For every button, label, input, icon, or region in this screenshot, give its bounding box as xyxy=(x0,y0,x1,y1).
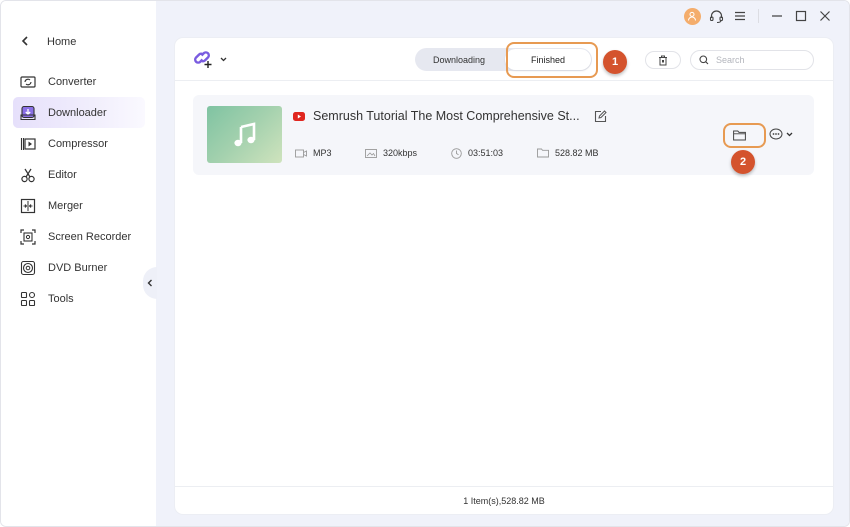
maximize-button[interactable] xyxy=(789,6,813,26)
chevron-left-icon xyxy=(147,279,152,287)
item-meta: MP3 320kbps 03:51:03 528.82 MB xyxy=(295,146,599,160)
sidebar-item-downloader[interactable]: Downloader xyxy=(13,97,145,128)
sidebar-item-compressor[interactable]: Compressor xyxy=(13,128,145,159)
music-note-icon xyxy=(233,121,255,146)
menu-button[interactable] xyxy=(728,6,752,26)
titlebar-controls xyxy=(680,6,837,26)
close-button[interactable] xyxy=(813,6,837,26)
minimize-button[interactable] xyxy=(765,6,789,26)
sidebar-item-tools[interactable]: Tools xyxy=(13,283,145,314)
downloader-icon xyxy=(20,105,36,121)
video-format-icon xyxy=(295,149,307,158)
screen-recorder-icon xyxy=(20,228,36,245)
sidebar: Home Converter Downloader Compressor Edi… xyxy=(1,1,156,526)
meta-duration: 03:51:03 xyxy=(451,147,537,159)
item-thumbnail xyxy=(207,106,282,163)
sidebar-item-label: Compressor xyxy=(48,137,108,150)
meta-format: MP3 xyxy=(295,148,365,158)
headset-icon xyxy=(709,9,723,23)
tools-icon xyxy=(20,291,36,307)
items-summary: 1 Item(s),528.82 MB xyxy=(463,495,545,506)
sidebar-item-label: DVD Burner xyxy=(48,261,108,274)
titlebar-divider xyxy=(758,9,759,23)
converter-icon xyxy=(20,74,36,90)
chevron-left-icon xyxy=(21,35,31,49)
sidebar-item-label: Screen Recorder xyxy=(48,230,132,243)
delete-all-button[interactable] xyxy=(645,51,681,69)
step-badge-2: 2 xyxy=(731,150,755,174)
compressor-icon xyxy=(20,136,36,152)
sidebar-item-label: Tools xyxy=(48,292,74,305)
edit-icon xyxy=(594,109,607,122)
close-icon xyxy=(820,11,830,21)
support-button[interactable] xyxy=(704,6,728,26)
tab-downloading-label: Downloading xyxy=(432,54,486,65)
size-value: 528.82 MB xyxy=(555,148,599,158)
youtube-icon xyxy=(293,111,305,121)
meta-size: 528.82 MB xyxy=(537,148,599,158)
download-item[interactable]: Semrush Tutorial The Most Comprehensive … xyxy=(193,95,814,175)
maximize-icon xyxy=(795,10,807,22)
chevron-down-icon xyxy=(786,130,793,139)
rename-button[interactable] xyxy=(594,109,607,123)
item-title: Semrush Tutorial The Most Comprehensive … xyxy=(313,109,580,123)
sidebar-item-label: Converter xyxy=(48,75,97,88)
search-box[interactable] xyxy=(690,50,814,70)
sidebar-item-dvd-burner[interactable]: DVD Burner xyxy=(13,252,145,283)
add-link-icon xyxy=(194,51,212,68)
home-label: Home xyxy=(47,36,77,48)
duration-value: 03:51:03 xyxy=(468,148,504,158)
folder-icon xyxy=(732,130,746,140)
sidebar-item-merger[interactable]: Merger xyxy=(13,190,145,221)
search-input[interactable] xyxy=(716,55,806,65)
sidebar-nav: Converter Downloader Compressor Editor M… xyxy=(13,66,145,314)
avatar-icon xyxy=(683,7,701,25)
sidebar-item-label: Downloader xyxy=(48,106,107,119)
downloader-panel: Downloading Finished 1 Search Semrush Tu… xyxy=(175,38,833,514)
sidebar-item-label: Merger xyxy=(48,199,83,212)
open-folder-button[interactable] xyxy=(729,127,749,143)
folder-icon xyxy=(537,148,549,158)
tab-downloading[interactable]: Downloading xyxy=(415,48,503,71)
home-link[interactable]: Home xyxy=(21,34,76,50)
tab-finished[interactable]: Finished xyxy=(505,49,591,70)
meta-bitrate: 320kbps xyxy=(365,148,451,158)
panel-toolbar: Downloading Finished 1 xyxy=(175,38,833,81)
more-icon xyxy=(769,128,783,140)
app-window: Home Converter Downloader Compressor Edi… xyxy=(0,0,850,527)
clock-icon xyxy=(451,147,462,159)
chevron-down-icon xyxy=(220,55,227,64)
sidebar-item-screen-recorder[interactable]: Screen Recorder xyxy=(13,221,145,252)
item-title-row: Semrush Tutorial The Most Comprehensive … xyxy=(293,105,607,127)
editor-icon xyxy=(20,167,36,183)
sidebar-item-editor[interactable]: Editor xyxy=(13,159,145,190)
trash-icon xyxy=(659,55,667,65)
add-url-button[interactable] xyxy=(193,49,227,69)
more-options-button[interactable] xyxy=(769,128,793,140)
minimize-icon xyxy=(772,15,782,17)
bitrate-value: 320kbps xyxy=(383,148,418,158)
menu-icon xyxy=(735,11,745,21)
step-badge-1: 1 xyxy=(603,50,627,74)
download-status-tabs: Downloading Finished xyxy=(415,48,592,71)
sidebar-item-label: Editor xyxy=(48,168,77,181)
resolution-icon xyxy=(365,148,377,158)
format-value: MP3 xyxy=(313,148,332,158)
account-button[interactable] xyxy=(680,6,704,26)
sidebar-item-converter[interactable]: Converter xyxy=(13,66,145,97)
status-bar: 1 Item(s),528.82 MB xyxy=(175,486,833,514)
dvd-burner-icon xyxy=(20,260,36,276)
tab-finished-label: Finished xyxy=(530,54,566,65)
search-icon xyxy=(699,55,709,65)
merger-icon xyxy=(20,198,36,214)
